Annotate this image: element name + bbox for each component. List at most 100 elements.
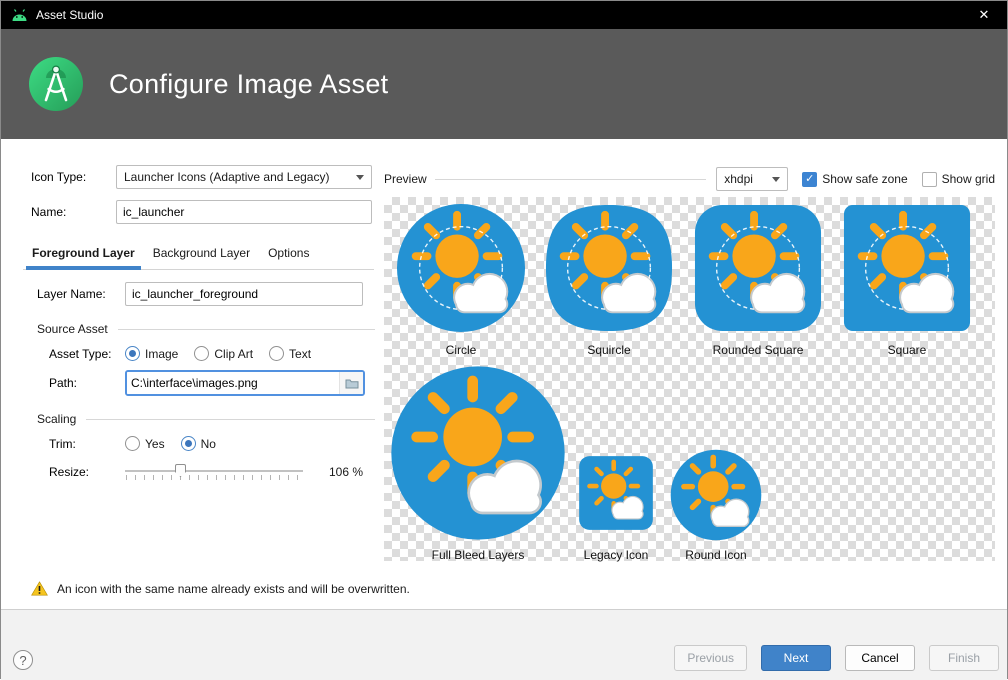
circle-icon-preview [396, 203, 526, 333]
radio-image[interactable]: Image [125, 346, 178, 361]
slider-track[interactable] [125, 470, 303, 472]
scaling-section-label: Scaling [37, 412, 76, 426]
preview-board: Circle Squircle Roun [384, 197, 995, 561]
preview-item-rounded-square: Rounded Square [693, 203, 823, 357]
name-input[interactable] [116, 200, 372, 224]
window-title: Asset Studio [36, 8, 103, 22]
cancel-button[interactable]: Cancel [845, 645, 915, 671]
density-select[interactable]: xhdpi [716, 167, 788, 191]
radio-dot-icon [125, 436, 140, 451]
asset-studio-dialog: Asset Studio ✕ Configure Image Asset Ico… [0, 0, 1008, 679]
android-studio-logo-icon [29, 57, 83, 111]
radio-trim-yes-label: Yes [145, 437, 165, 451]
page-title: Configure Image Asset [109, 69, 388, 100]
radio-text[interactable]: Text [269, 346, 311, 361]
previous-button[interactable]: Previous [674, 645, 747, 671]
radio-dot-icon [125, 346, 140, 361]
tab-background-layer[interactable]: Background Layer [144, 240, 259, 269]
radio-dot-icon [194, 346, 209, 361]
radio-trim-no[interactable]: No [181, 436, 216, 451]
layer-name-label: Layer Name: [37, 287, 125, 301]
tab-options[interactable]: Options [259, 240, 318, 269]
asset-type-label: Asset Type: [49, 347, 125, 361]
title-bar: Asset Studio ✕ [1, 1, 1007, 29]
chevron-down-icon [356, 175, 364, 180]
section-divider [118, 329, 375, 330]
preview-item-squircle: Squircle [544, 203, 674, 357]
resize-slider[interactable] [125, 461, 303, 483]
warning-icon [31, 581, 48, 596]
preview-divider [435, 179, 707, 180]
close-button[interactable]: ✕ [961, 1, 1007, 29]
path-label: Path: [49, 376, 125, 390]
full-bleed-icon-preview [390, 365, 566, 541]
radio-text-label: Text [289, 347, 311, 361]
folder-icon [345, 378, 359, 389]
help-button[interactable]: ? [13, 650, 33, 670]
icon-type-select[interactable]: Launcher Icons (Adaptive and Legacy) [116, 165, 372, 189]
next-button[interactable]: Next [761, 645, 831, 671]
source-asset-section-label: Source Asset [37, 322, 108, 336]
footer-buttons: Previous Next Cancel Finish [674, 645, 999, 671]
preview-caption: Full Bleed Layers [432, 548, 525, 562]
icon-type-value: Launcher Icons (Adaptive and Legacy) [124, 170, 329, 184]
square-icon-preview [842, 203, 972, 333]
radio-dot-icon [181, 436, 196, 451]
show-grid-checkbox[interactable]: Show grid [922, 172, 995, 187]
resize-label: Resize: [49, 465, 125, 479]
dialog-footer: ? Previous Next Cancel Finish [1, 609, 1007, 680]
left-form-panel: Icon Type: Launcher Icons (Adaptive and … [1, 139, 381, 483]
dialog-content: Icon Type: Launcher Icons (Adaptive and … [1, 139, 1007, 609]
rounded-square-icon-preview [693, 203, 823, 333]
trim-label: Trim: [49, 437, 125, 451]
warning-row: An icon with the same name already exist… [31, 581, 410, 596]
preview-item-square: Square [842, 203, 972, 357]
preview-caption: Square [888, 343, 927, 357]
resize-value: 106 % [329, 465, 363, 479]
chevron-down-icon [772, 177, 780, 182]
path-input[interactable] [127, 372, 339, 394]
legacy-icon-preview [578, 455, 654, 531]
preview-panel: Preview xhdpi Show safe zone Show grid [384, 167, 995, 561]
show-safe-zone-label: Show safe zone [822, 172, 907, 186]
finish-button[interactable]: Finish [929, 645, 999, 671]
android-logo-icon [11, 9, 28, 22]
preview-caption: Round Icon [685, 548, 746, 562]
name-label: Name: [31, 205, 116, 219]
preview-item-round: Round Icon [670, 449, 762, 562]
path-field [125, 370, 365, 396]
preview-caption: Circle [446, 343, 477, 357]
radio-dot-icon [269, 346, 284, 361]
radio-clip-art[interactable]: Clip Art [194, 346, 253, 361]
squircle-icon-preview [544, 203, 674, 333]
slider-ticks [126, 475, 303, 480]
density-value: xhdpi [724, 172, 753, 186]
preview-item-full-bleed: Full Bleed Layers [390, 365, 566, 562]
icon-type-label: Icon Type: [31, 170, 116, 184]
preview-caption: Legacy Icon [584, 548, 649, 562]
preview-caption: Rounded Square [713, 343, 804, 357]
round-icon-preview [670, 449, 762, 541]
tab-foreground-layer[interactable]: Foreground Layer [23, 240, 144, 269]
preview-label: Preview [384, 172, 427, 186]
section-divider [86, 419, 375, 420]
radio-clip-art-label: Clip Art [214, 347, 253, 361]
radio-image-label: Image [145, 347, 178, 361]
preview-item-legacy: Legacy Icon [578, 455, 654, 562]
checkbox-checked-icon [802, 172, 817, 187]
layer-tabs: Foreground Layer Background Layer Option… [23, 240, 374, 270]
dialog-header: Configure Image Asset [1, 29, 1007, 139]
warning-text: An icon with the same name already exist… [57, 582, 410, 596]
layer-name-input[interactable] [125, 282, 363, 306]
show-safe-zone-checkbox[interactable]: Show safe zone [802, 172, 907, 187]
scaling-section: Scaling [37, 412, 375, 426]
show-grid-label: Show grid [942, 172, 995, 186]
preview-caption: Squircle [587, 343, 630, 357]
source-asset-section: Source Asset [37, 322, 375, 336]
browse-folder-button[interactable] [339, 372, 363, 394]
radio-trim-no-label: No [201, 437, 216, 451]
preview-header: Preview xhdpi Show safe zone Show grid [384, 167, 995, 191]
checkbox-unchecked-icon [922, 172, 937, 187]
preview-item-circle: Circle [396, 203, 526, 357]
radio-trim-yes[interactable]: Yes [125, 436, 165, 451]
